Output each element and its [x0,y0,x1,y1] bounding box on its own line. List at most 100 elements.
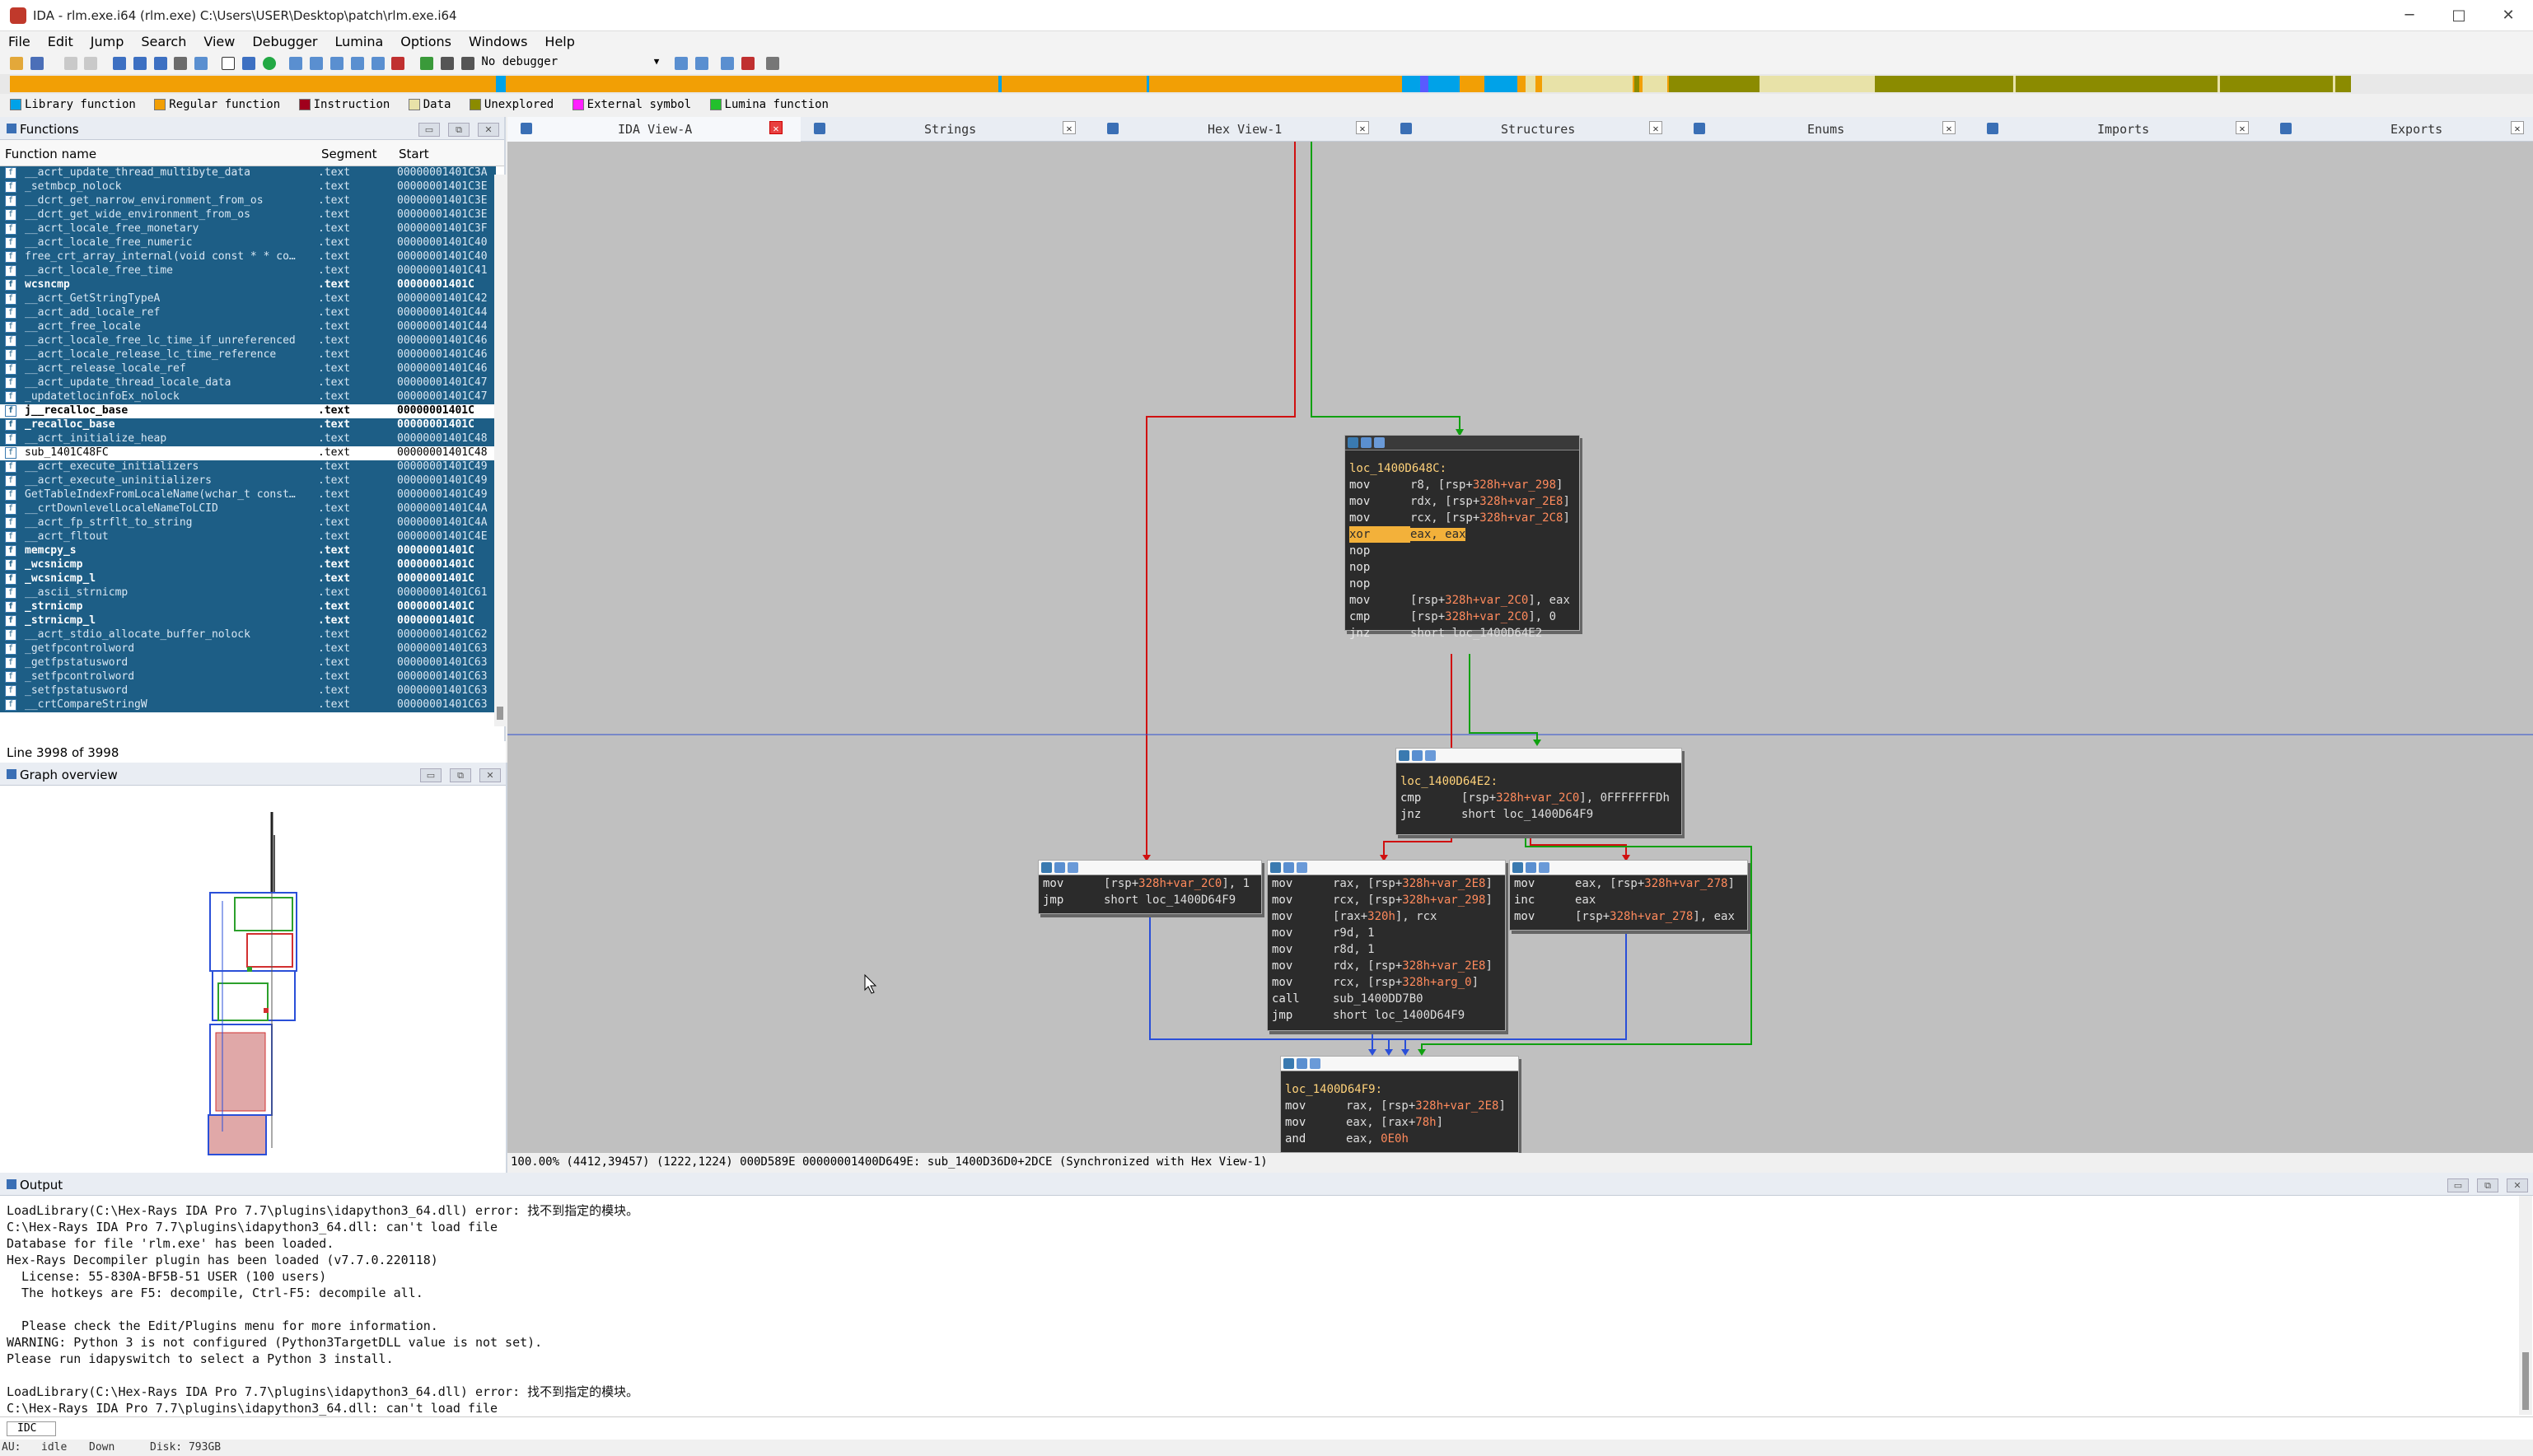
names-icon[interactable] [310,57,324,70]
block-list-icon[interactable] [1297,862,1307,873]
function-row[interactable]: f __acrt_locale_release_lc_time_reference… [0,348,496,362]
code-block-loc-1400d648c[interactable]: loc_1400D648C: mov r8, [rsp+328h+var_298] m… [1344,435,1580,640]
forward-icon[interactable] [84,57,98,70]
block-color-icon[interactable] [1270,862,1281,873]
asm-line[interactable]: mov rdx, [rsp+328h+var_2E8] [1345,493,1579,510]
menu-file[interactable]: File [0,31,40,53]
tab-structures[interactable]: Structures ✕ [1387,117,1680,142]
back-icon[interactable] [63,57,77,70]
asm-line[interactable]: nop [1345,559,1579,576]
block-color-icon[interactable] [1399,750,1409,761]
overview-restore-button[interactable]: ⧉ [450,768,471,782]
tab-imports[interactable]: Imports ✕ [1974,117,2267,142]
function-row[interactable]: f __acrt_fp_strflt_to_string .text 00000001… [0,516,496,530]
tab-hex-view-1[interactable]: Hex View-1 ✕ [1094,117,1387,142]
function-row[interactable]: f _wcsnicmp .text 00000001401C [0,558,496,572]
asm-line[interactable]: inc eax [1510,892,1747,908]
tab-exports[interactable]: Exports ✕ [2267,117,2533,142]
asm-line[interactable]: mov rdx, [rsp+328h+var_2E8] [1268,958,1505,974]
asm-line[interactable]: jmp short loc_1400D64F9 [1039,892,1261,908]
proximity-icon[interactable] [694,57,708,70]
function-row[interactable]: f __crtCompareStringW .text 00000001401C63 [0,698,496,712]
block-list-icon[interactable] [1310,1058,1320,1069]
asm-line[interactable]: mov eax, [rax+78h] [1281,1114,1518,1131]
menu-windows[interactable]: Windows [460,31,536,53]
exports-icon[interactable] [350,57,364,70]
menu-view[interactable]: View [195,31,244,53]
block-label[interactable]: loc_1400D648C: [1345,460,1579,477]
function-row[interactable]: f __dcrt_get_narrow_environment_from_os .t… [0,194,496,208]
tab-close-icon[interactable]: ✕ [1063,121,1076,134]
col-function-name[interactable]: Function name [5,147,96,161]
panel-restore-button[interactable]: ⧉ [448,123,470,137]
block-list-icon[interactable] [1374,437,1385,448]
function-row[interactable]: f __acrt_locale_free_monetary .text 0000000… [0,222,496,236]
function-row[interactable]: f __crtDownlevelLocaleNameToLCID .text 0000… [0,502,496,516]
asm-line[interactable]: mov eax, [rsp+328h+var_278] [1510,875,1747,892]
function-row[interactable]: f sub_1401C48FC .text 00000001401C48 [0,446,496,460]
undefine-icon[interactable] [194,57,208,70]
menu-jump[interactable]: Jump [82,31,133,53]
asm-line[interactable]: jnz short loc_1400D64F9 [1396,806,1681,823]
code-icon[interactable] [113,57,127,70]
asm-line[interactable]: mov [rsp+328h+var_278], eax [1510,908,1747,925]
navigation-bar[interactable] [10,76,2351,92]
menu-edit[interactable]: Edit [40,31,82,53]
asm-line[interactable]: call sub_1400DD7B0 [1268,991,1505,1007]
tab-close-icon[interactable]: ✕ [1649,121,1662,134]
color-icon[interactable] [262,57,276,70]
functions-scrollbar[interactable] [494,175,506,726]
code-block-loc-1400d64f9[interactable]: loc_1400D64F9: mov rax, [rsp+328h+var_2E8]… [1280,1056,1519,1153]
pause-icon[interactable] [440,57,454,70]
function-row[interactable]: f __acrt_locale_free_time .text 00000001401… [0,264,496,278]
menu-debugger[interactable]: Debugger [244,31,326,53]
output-scrollbar[interactable] [2519,1196,2532,1415]
asm-line[interactable]: mov r9d, 1 [1268,925,1505,941]
output-log[interactable]: LoadLibrary(C:\Hex-Rays IDA Pro 7.7\plug… [7,1202,638,1416]
scrollbar-thumb[interactable] [2522,1352,2529,1410]
struct-icon[interactable] [174,57,188,70]
block-list-icon[interactable] [1539,862,1549,873]
run-icon[interactable] [420,57,434,70]
function-row[interactable]: f _setmbcp_nolock .text 00000001401C3E [0,180,496,194]
function-row[interactable]: f j__recalloc_base .text 00000001401C [0,404,496,418]
panel-float-button[interactable]: ▭ [418,123,440,137]
idc-language-button[interactable]: IDC [7,1421,56,1436]
function-row[interactable]: f GetTableIndexFromLocaleName(wchar_t con… [0,488,496,502]
tab-close-icon[interactable]: ✕ [2511,121,2524,134]
asm-line[interactable]: nop [1345,543,1579,559]
function-row[interactable]: f __acrt_add_locale_ref .text 00000001401C4… [0,306,496,320]
menu-help[interactable]: Help [536,31,583,53]
tab-close-icon[interactable]: ✕ [1356,121,1369,134]
stop-icon[interactable] [460,57,474,70]
asm-line[interactable]: jnz short loc_1400D64E2 [1345,625,1579,642]
asm-line[interactable]: mov rax, [rsp+328h+var_2E8] [1268,875,1505,892]
block-label[interactable]: loc_1400D64F9: [1281,1081,1518,1098]
minimize-button[interactable]: ─ [2397,5,2422,26]
menu-lumina[interactable]: Lumina [327,31,393,53]
asm-line[interactable]: nop [1345,576,1579,592]
function-row[interactable]: f __acrt_locale_free_lc_time_if_unreferen… [0,334,496,348]
functions-list[interactable]: f __acrt_update_thread_multibyte_data .tex… [0,166,504,716]
function-row[interactable]: f __acrt_free_locale .text 00000001401C44 [0,320,496,334]
tab-close-icon[interactable]: ✕ [1942,121,1956,134]
imports-icon[interactable] [329,57,343,70]
function-row[interactable]: f __acrt_GetStringTypeA .text 00000001401C4… [0,292,496,306]
function-row[interactable]: f __ascii_strnicmp .text 00000001401C61 [0,586,496,600]
functions-icon[interactable] [241,57,255,70]
function-row[interactable]: f _updatetlocinfoEx_nolock .text 0000000140… [0,390,496,404]
tab-strings[interactable]: Strings ✕ [801,117,1094,142]
tab-close-icon[interactable]: ✕ [769,121,783,134]
data-icon[interactable] [133,57,147,70]
output-float-button[interactable]: ▭ [2447,1178,2469,1192]
asm-line[interactable]: xor eax, eax [1345,526,1579,543]
block-group-icon[interactable] [1297,1058,1307,1069]
code-block-inc-counter[interactable]: mov eax, [rsp+328h+var_278] inc eax mov [rsp+… [1509,860,1748,931]
code-block-call-sub[interactable]: mov rax, [rsp+328h+var_2E8] mov rcx, [rsp+3… [1267,860,1506,1031]
col-segment[interactable]: Segment [321,147,377,161]
scrollbar-thumb[interactable] [497,707,503,720]
asm-line[interactable]: mov rax, [rsp+328h+var_2E8] [1281,1098,1518,1114]
function-row[interactable]: f _setfpcontrolword .text 00000001401C63 [0,670,496,684]
function-row[interactable]: f free_crt_array_internal(void const * * … [0,250,496,264]
array-icon[interactable] [153,57,167,70]
